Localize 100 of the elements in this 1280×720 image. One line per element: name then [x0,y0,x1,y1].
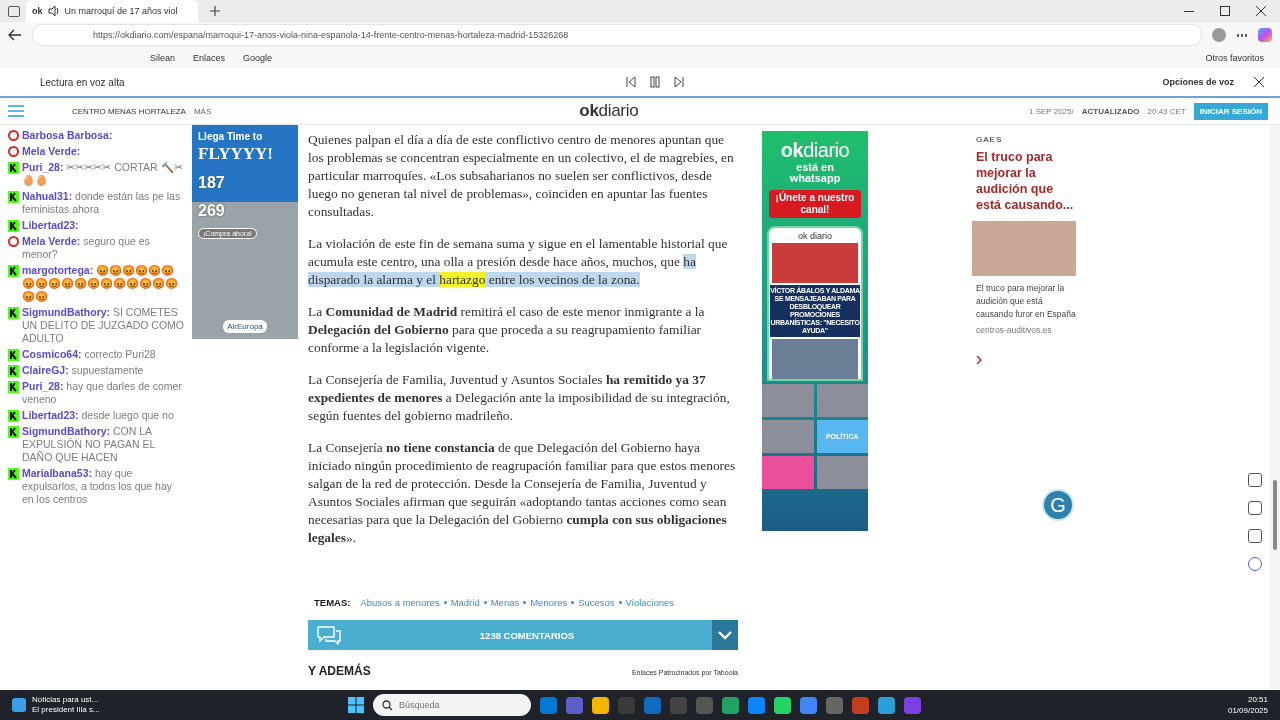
site-favicon: ok [32,6,43,16]
sponsored-description: El truco para mejorar la audición que está causando furor en España [976,282,1077,321]
app-icon[interactable] [878,696,895,714]
ad-text: Llega Time to [198,131,264,142]
play-logo-icon [8,236,19,247]
bookmark-folder[interactable]: Otros favoritos [1205,53,1264,63]
profile-icon[interactable] [1212,28,1226,42]
app-icon[interactable] [800,696,817,714]
previous-icon[interactable] [624,76,637,88]
news-subtitle[interactable]: El president Illa s... [32,705,100,715]
updated-time: 20:43 CET [1147,106,1186,116]
close-icon[interactable] [1254,77,1264,87]
topic-link[interactable]: Sucesos [578,597,615,608]
voice-options-button[interactable]: Opciones de voz [1162,77,1234,87]
chevron-right-icon[interactable] [976,355,983,365]
topics-label: TEMAS: [314,597,351,608]
pause-icon[interactable] [648,76,661,88]
sponsor-domain: centros-auditivos.es [976,325,1053,335]
close-icon[interactable] [1256,6,1266,16]
section-heading: Y ADEMÁS [308,664,371,678]
tab-actions-icon[interactable] [8,5,20,17]
play-logo-icon [8,146,19,157]
kick-logo-icon [8,191,19,203]
app-icon[interactable] [540,696,557,714]
floating-action-button[interactable]: G [1042,489,1074,521]
more-icon[interactable] [1236,33,1248,37]
search-icon [382,700,393,711]
copilot-icon[interactable] [1258,28,1272,42]
date-text: 1 SEP 2025/ [1028,106,1074,116]
article-paragraph: La Comunidad de Madrid remitirá el caso de este menor inmigrante a la Delegación del Gobierno para que proceda a su reagrupamiento familiar conforme a la legislación vigente. [308,303,706,357]
sponsored-title[interactable]: El truco para mejorar la audición que está causando... [976,149,1078,213]
start-icon[interactable] [348,697,364,713]
bookmark[interactable]: Enlaces [193,53,226,63]
topic-link[interactable]: Madrid [450,597,480,608]
new-tab-icon[interactable] [210,6,220,16]
chat-message: Nahual31: donde están las pe las feministas ahora [22,190,182,216]
app-icon[interactable] [748,696,765,714]
bookmark[interactable]: Silean [150,53,176,63]
app-icon[interactable] [774,696,791,714]
kick-logo-icon [8,410,19,422]
topic-tag[interactable]: CENTRO MENAS HORTALEZA [72,106,186,116]
more-link[interactable]: MÁS [193,106,212,116]
photo-placeholder [762,384,814,417]
kick-logo-icon [8,162,19,174]
clock-date: 01/09/2025 [1227,705,1268,716]
topic-link[interactable]: Menas [490,597,520,608]
chat-message: margotortega: 😡😡😡😡😡😡😡😡😡😡😡😡😡😡😡😡😡😡😡😡 [22,264,179,303]
separator-dot [443,601,447,604]
article-paragraph: La Consejería no tiene constancia de que Delegación del Gobierno haya iniciado ningún procedimiento de reagrupación familiar para que estos menores salgan de la red de protección. Desde la Consejería de Familia, Juventud y Asuntos Sociales afirman que seguirán «adoptando tantas acciones como sean necesarias para que la Delegación del Gobierno cumpla con sus obligaciones legales». [308,439,737,547]
chat-message: ClaireGJ: supuestamente [22,364,144,377]
clock-time: 20:51 [1247,694,1268,705]
site-logo[interactable]: okdiario [579,101,639,121]
separator-dot [523,601,527,604]
chat-message: Libertad23: [22,219,79,232]
kick-logo-icon [8,365,19,377]
photo-placeholder [816,456,868,489]
chat-message: Cosmico64: correcto Puri28 [22,348,156,361]
separator-dot [571,601,575,604]
app-icon[interactable] [592,696,609,714]
play-logo-icon [8,130,19,141]
restore-icon[interactable] [1220,6,1230,16]
kick-logo-icon [8,426,19,438]
speech-bubble-icon [316,625,342,645]
kick-logo-icon [8,307,19,319]
app-icon[interactable] [722,696,739,714]
kick-logo-icon [8,381,19,393]
browser-tab[interactable]: ok Un marroquí de 17 años viol [26,0,198,22]
chat-message: Mela Verde: [22,145,81,158]
chat-message: Barbosa Barbosa: [22,129,113,142]
back-icon[interactable] [8,29,22,41]
topic-link[interactable]: Menores [530,597,568,608]
photo-placeholder [816,384,868,417]
sponsor-name: GAES [976,135,1004,144]
separator-dot [483,601,487,604]
ad-price: 187 [198,174,226,192]
next-icon[interactable] [672,76,685,88]
ad-logo: ok diario [798,231,832,241]
photo-placeholder [762,420,814,453]
topic-link[interactable]: Violaciones [625,597,675,608]
address-field[interactable]: https://okdiario.com/espana/marroqui-17-anos-viola-nina-espanola-14-frente-centro-menas-hortaleza-madrid-15326268 [32,24,1202,46]
photo-placeholder [762,456,814,489]
bookmark[interactable]: Google [243,53,273,63]
kick-logo-icon [8,265,19,277]
chat-message: Mela Verde: seguro que es menor? [22,235,151,261]
ad-logo: okdiario [780,139,850,162]
chat-message: MariaIbana53: hay que expulsarlos, a todos los que hay en los centros [22,467,173,506]
speaker-icon [47,5,60,17]
kick-logo-icon [8,468,19,480]
ad-cta-button[interactable]: ¡Únete a nuestro canal! [769,190,861,218]
ad-brand: AirEuropa [223,320,267,333]
search-field[interactable]: Búsqueda [373,694,531,716]
scrollbar[interactable] [1270,125,1280,690]
separator-dot [618,601,622,604]
news-title[interactable]: Noticias para ust... [32,695,100,705]
topic-link[interactable]: Abusos a menores [360,597,440,608]
chat-message: Libertad23: desde luego que no [22,409,174,422]
minimize-icon[interactable] [1184,10,1194,12]
ad-headline: FLYYYY! [198,144,274,164]
kick-logo-icon [8,220,19,232]
chevron-down-icon[interactable] [712,620,738,650]
